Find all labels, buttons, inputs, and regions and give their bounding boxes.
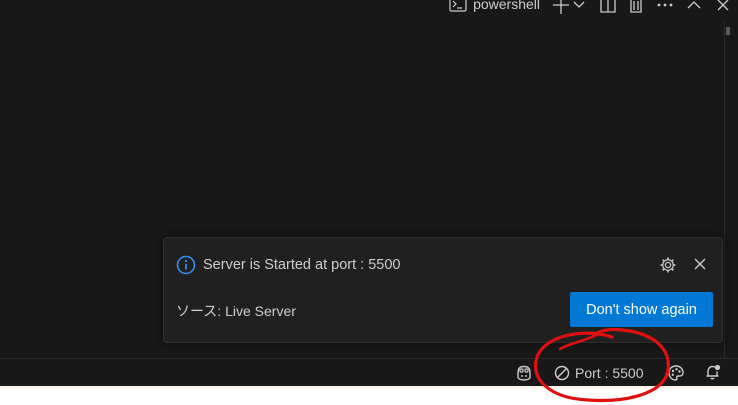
close-icon <box>717 0 729 11</box>
info-icon <box>176 255 196 275</box>
new-terminal-button[interactable] <box>550 0 572 14</box>
notifications-button[interactable] <box>704 363 722 381</box>
more-icon <box>657 3 673 7</box>
copilot-icon <box>517 365 531 381</box>
add-icon <box>553 0 569 14</box>
prohibit-icon <box>554 365 570 381</box>
terminal-name: powershell <box>473 0 540 12</box>
bell-dot-icon <box>706 364 721 380</box>
terminal-icon <box>449 0 467 12</box>
gear-icon <box>660 257 676 273</box>
terminal-tab[interactable]: powershell <box>449 0 540 12</box>
port-label: Port : 5500 <box>575 365 644 381</box>
close-panel-button[interactable] <box>708 0 738 14</box>
theme-status-button[interactable] <box>667 364 685 382</box>
notification-source: ソース: Live Server <box>176 303 296 319</box>
chevron-down-icon <box>573 1 585 8</box>
notification-toast: Server is Started at port : 5500 ソース: Li… <box>163 237 723 343</box>
copilot-status-button[interactable] <box>515 364 533 382</box>
kill-terminal-button[interactable] <box>622 0 650 14</box>
window-bottom-edge <box>0 386 738 405</box>
terminal-toolbar: powershell <box>449 0 738 14</box>
notification-message: Server is Started at port : 5500 <box>203 257 401 273</box>
split-icon <box>600 0 616 13</box>
maximize-panel-button[interactable] <box>680 0 708 14</box>
close-icon <box>694 258 706 270</box>
more-actions-button[interactable] <box>650 0 680 14</box>
palette-icon <box>668 365 684 381</box>
terminal-scrollbar[interactable] <box>724 22 738 358</box>
live-server-port-button[interactable]: Port : 5500 <box>554 363 644 383</box>
terminal-dropdown-button[interactable] <box>572 0 586 14</box>
scrollbar-thumb[interactable] <box>726 27 730 35</box>
notification-message-row: Server is Started at port : 5500 <box>176 255 400 275</box>
dont-show-again-button[interactable]: Don't show again <box>570 292 713 327</box>
chevron-up-icon <box>687 1 701 9</box>
trash-icon <box>630 0 642 13</box>
bottom-edge-shade <box>0 386 738 390</box>
split-terminal-button[interactable] <box>594 0 622 14</box>
status-bar: Port : 5500 <box>0 358 738 386</box>
notification-settings-button[interactable] <box>659 256 677 274</box>
notification-close-button[interactable] <box>692 256 708 272</box>
